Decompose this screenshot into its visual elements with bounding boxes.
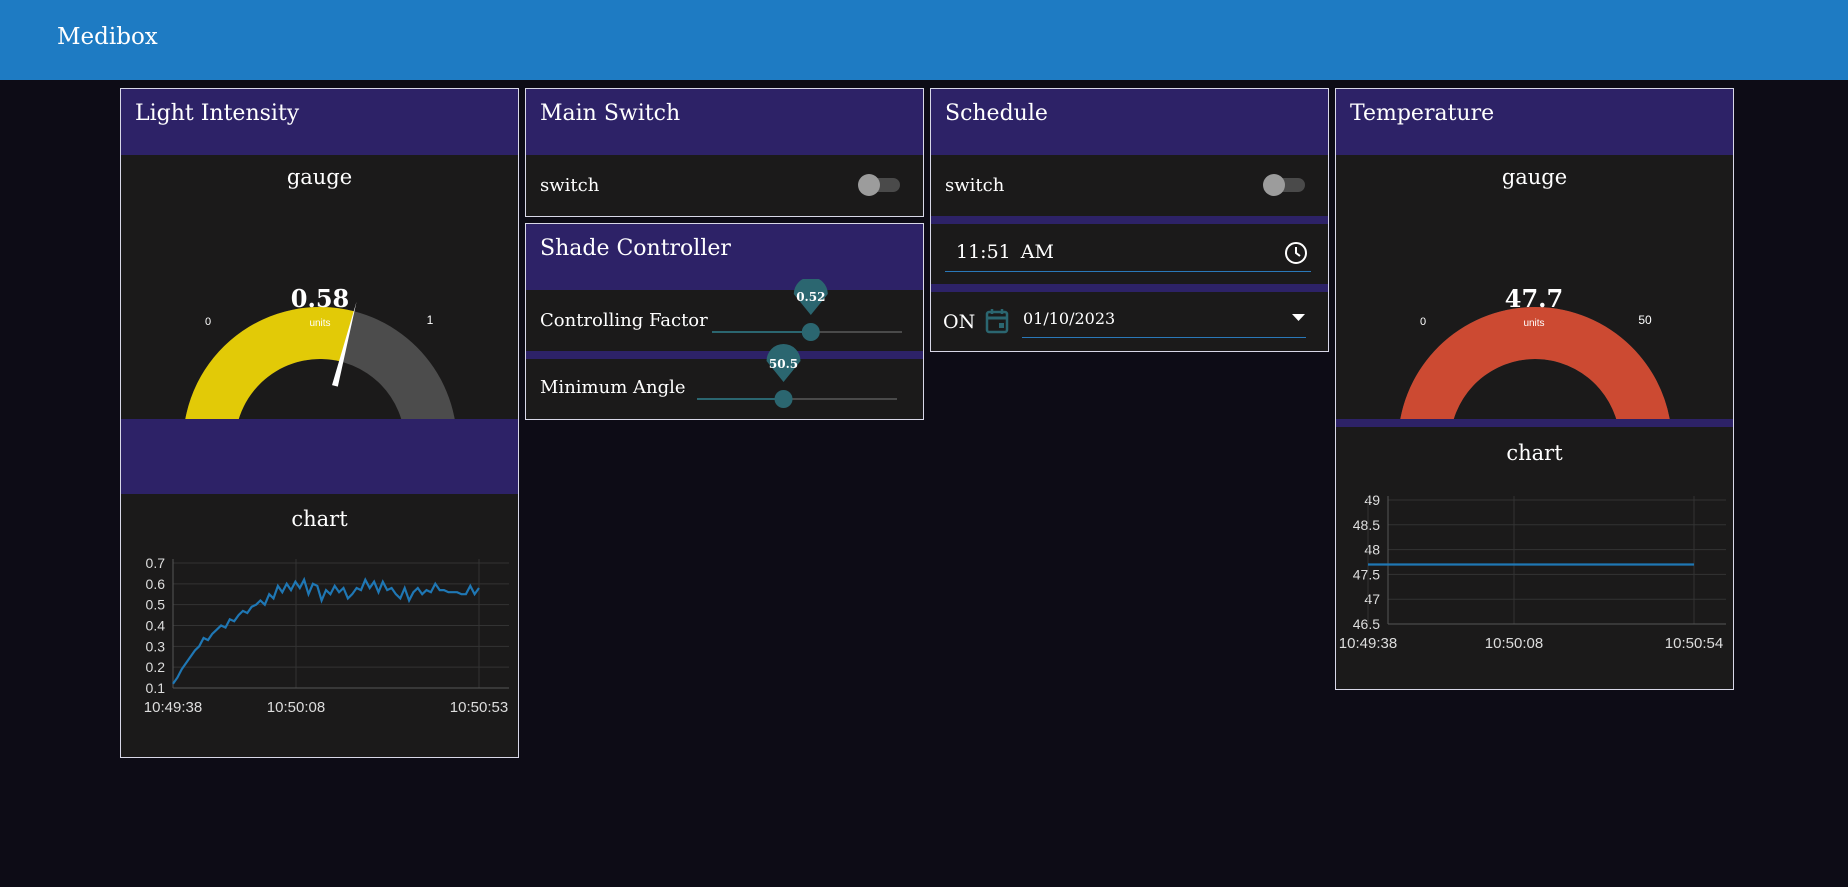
schedule-divider-1 bbox=[931, 216, 1328, 224]
slider-thumb bbox=[774, 390, 793, 408]
temperature-gauge-min: 0 bbox=[1420, 316, 1426, 328]
minimum-angle-label: Minimum Angle bbox=[540, 377, 686, 398]
main-switch-toggle[interactable] bbox=[858, 174, 902, 196]
temperature-title: Temperature bbox=[1350, 101, 1495, 126]
y-tick-label: 46.5 bbox=[1353, 616, 1380, 632]
light-gauge-value: 0.58 bbox=[291, 284, 349, 313]
x-tick-label: 10:50:08 bbox=[267, 699, 325, 716]
light-intensity-card: Light Intensity gauge 0.58 units 0 1 cha… bbox=[120, 88, 519, 758]
temperature-card: Temperature gauge 47.7 units 0 50 chart … bbox=[1335, 88, 1734, 690]
clock-icon[interactable] bbox=[1283, 240, 1309, 266]
temperature-header: Temperature bbox=[1336, 89, 1733, 155]
toggle-knob bbox=[1263, 174, 1285, 196]
y-tick-label: 47.5 bbox=[1353, 566, 1380, 582]
slider-value-pin: 0.52 bbox=[793, 279, 828, 315]
y-tick-label: 0.5 bbox=[146, 597, 166, 613]
controlling-factor-slider[interactable]: 0.52 bbox=[712, 279, 912, 349]
schedule-switch-label: switch bbox=[945, 175, 1005, 196]
temperature-chart-title: chart bbox=[1506, 441, 1563, 465]
slider-value-pin: 50.5 bbox=[766, 344, 801, 382]
light-chart: 0.1 0.2 0.3 0.4 0.5 0.6 0.7 10:49:38 10:50:08 10:… bbox=[144, 555, 509, 716]
y-tick-label: 47 bbox=[1364, 591, 1380, 607]
x-tick-label: 10:49:38 bbox=[144, 699, 202, 716]
y-tick-label: 49 bbox=[1364, 492, 1380, 508]
on-label: ON bbox=[943, 311, 976, 333]
schedule-card: Schedule switch 11:51 AM ON 01/10/2023 bbox=[930, 88, 1329, 352]
app-title: Medibox bbox=[57, 24, 158, 50]
main-switch-label: switch bbox=[540, 175, 600, 196]
y-tick-label: 0.3 bbox=[146, 638, 166, 654]
toggle-knob bbox=[858, 174, 880, 196]
light-chart-title: chart bbox=[291, 507, 348, 531]
main-switch-title: Main Switch bbox=[540, 101, 681, 126]
x-tick-label: 10:49:38 bbox=[1339, 635, 1397, 652]
light-gauge-units: units bbox=[309, 318, 330, 329]
light-gauge-max: 1 bbox=[427, 313, 434, 327]
minimum-angle-slider[interactable]: 50.5 bbox=[697, 344, 897, 419]
date-value: 01/10/2023 bbox=[1023, 309, 1116, 328]
main-switch-header: Main Switch bbox=[526, 89, 923, 155]
y-tick-label: 48.5 bbox=[1353, 517, 1380, 533]
slider-thumb bbox=[801, 323, 820, 341]
time-input[interactable]: 11:51 AM bbox=[945, 229, 1311, 272]
x-tick-label: 10:50:53 bbox=[450, 699, 508, 716]
light-gauge-label: gauge bbox=[286, 165, 353, 189]
y-tick-label: 0.7 bbox=[146, 555, 166, 571]
controlling-factor-value: 0.52 bbox=[796, 290, 825, 304]
light-spacer-row bbox=[121, 419, 518, 494]
chevron-down-icon[interactable] bbox=[1292, 313, 1306, 323]
x-tick-label: 10:50:54 bbox=[1665, 635, 1723, 652]
y-tick-label: 0.6 bbox=[146, 576, 166, 592]
temperature-gauge-label: gauge bbox=[1501, 165, 1568, 189]
temperature-gauge: 47.7 units 0 50 bbox=[1400, 284, 1670, 419]
calendar-icon[interactable] bbox=[985, 308, 1009, 334]
minimum-angle-value: 50.5 bbox=[769, 357, 798, 371]
light-intensity-header: Light Intensity bbox=[121, 89, 518, 155]
series-line bbox=[172, 576, 480, 685]
time-value: 11:51 AM bbox=[956, 241, 1054, 263]
light-intensity-title: Light Intensity bbox=[135, 101, 300, 126]
top-bar: Medibox bbox=[0, 0, 1848, 80]
y-tick-label: 0.1 bbox=[146, 680, 166, 696]
controlling-factor-label: Controlling Factor bbox=[540, 310, 708, 331]
y-tick-label: 0.2 bbox=[146, 659, 166, 675]
temperature-chart: 46.5 47 47.5 48 48.5 49 10:49:38 10:50:08 10:50:… bbox=[1339, 492, 1726, 652]
temperature-gauge-units: units bbox=[1523, 318, 1544, 329]
shade-controller-card: Shade Controller Controlling Factor 0.52… bbox=[525, 223, 924, 420]
date-input[interactable]: 01/10/2023 bbox=[1022, 297, 1306, 338]
schedule-switch-toggle[interactable] bbox=[1263, 174, 1307, 196]
schedule-title: Schedule bbox=[945, 101, 1048, 126]
temperature-gauge-value: 47.7 bbox=[1505, 284, 1563, 313]
main-switch-card: Main Switch switch bbox=[525, 88, 924, 217]
light-gauge: 0.58 units 0 1 bbox=[185, 284, 455, 419]
schedule-divider-2 bbox=[931, 284, 1328, 292]
temperature-divider bbox=[1336, 419, 1733, 427]
x-tick-label: 10:50:08 bbox=[1485, 635, 1543, 652]
temperature-gauge-max: 50 bbox=[1638, 313, 1652, 327]
y-tick-label: 0.4 bbox=[146, 618, 166, 634]
y-tick-label: 48 bbox=[1364, 542, 1380, 558]
light-gauge-min: 0 bbox=[205, 316, 211, 328]
shade-controller-title: Shade Controller bbox=[540, 236, 731, 261]
schedule-header: Schedule bbox=[931, 89, 1328, 155]
